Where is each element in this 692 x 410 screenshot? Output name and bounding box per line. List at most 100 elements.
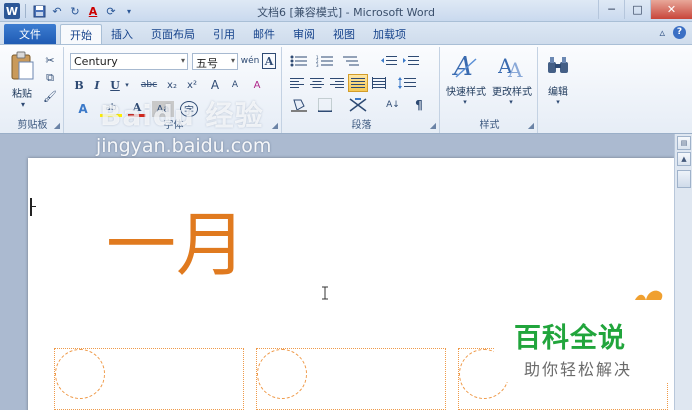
shrink-font-icon[interactable]: A (226, 77, 244, 93)
clear-formatting-icon[interactable]: A (248, 77, 266, 93)
brand-title: 百科全说 (514, 323, 626, 354)
tab-row-right: ▵ ? (659, 26, 686, 39)
subscript-button[interactable]: x₂ (164, 77, 180, 93)
quick-styles-icon[interactable]: A (452, 51, 480, 81)
tab-review[interactable]: 审阅 (284, 24, 324, 44)
phonetic-guide-text: wén (240, 55, 260, 66)
italic-button[interactable]: I (90, 77, 104, 93)
tab-file[interactable]: 文件 (4, 24, 56, 44)
line-spacing-icon[interactable] (396, 75, 418, 91)
underline-button[interactable]: U (108, 77, 122, 93)
calendar-cell-2[interactable] (256, 348, 446, 410)
close-button[interactable]: ✕ (650, 0, 692, 19)
paste-icon[interactable] (8, 51, 36, 81)
title-bar: W ↶ ↻ A ⟳ ▾ 文档6 [兼容模式] - Microsoft Word … (0, 0, 692, 22)
paragraph-group-label: 段落 (351, 120, 372, 131)
grow-font-icon[interactable]: A (206, 77, 224, 93)
tab-mailings[interactable]: 邮件 (244, 24, 284, 44)
font-name-value: Century (74, 55, 118, 68)
change-styles-icon[interactable]: AA (498, 51, 526, 81)
bullets-icon[interactable] (288, 53, 310, 69)
align-center-icon[interactable] (308, 75, 326, 91)
tab-page-layout[interactable]: 页面布局 (142, 24, 204, 44)
tab-home[interactable]: 开始 (60, 24, 102, 44)
paragraph-group: 123 A↓ ¶ 段落 ◢ (284, 47, 440, 133)
format-painter-icon[interactable]: 🖌 (42, 89, 58, 103)
month-heading[interactable]: 一月 (106, 210, 246, 280)
tab-view[interactable]: 视图 (324, 24, 364, 44)
justify-icon[interactable] (348, 74, 368, 92)
svg-text:A: A (507, 58, 523, 81)
editing-label[interactable]: 编辑 (540, 83, 576, 98)
help-icon[interactable]: ? (673, 26, 686, 39)
distributed-icon[interactable] (370, 75, 388, 91)
font-name-dropdown-icon[interactable]: ▾ (181, 56, 185, 65)
editing-group: 编辑 ▾ (540, 47, 576, 133)
align-left-icon[interactable] (288, 75, 306, 91)
phonetic-guide-icon[interactable]: wén (240, 51, 260, 71)
binoculars-icon[interactable] (546, 53, 570, 77)
copy-icon[interactable]: ⧉ (42, 71, 58, 85)
increase-indent-icon[interactable] (402, 53, 420, 69)
shading-icon[interactable] (288, 97, 310, 113)
decrease-indent-icon[interactable] (380, 53, 398, 69)
clipboard-group: 粘贴 ▾ ✂ ⧉ 🖌 剪贴板 ◢ (2, 47, 64, 133)
character-border-icon[interactable]: A (262, 53, 276, 69)
tab-references[interactable]: 引用 (204, 24, 244, 44)
svg-text:3: 3 (316, 63, 319, 67)
ruler-toggle-icon[interactable]: ▤ (677, 136, 691, 150)
tab-insert[interactable]: 插入 (102, 24, 142, 44)
baidu-watermark-url: jingyan.baidu.com (96, 135, 272, 157)
show-formatting-marks-icon[interactable]: ¶ (410, 97, 428, 113)
calendar-cell-circle (55, 349, 105, 399)
ribbon-tab-row: 文件 开始 插入 页面布局 引用 邮件 审阅 视图 加载项 ▵ ? (0, 22, 692, 44)
chinese-layout-icon[interactable] (346, 97, 370, 113)
baidu-watermark-logo: Baidu 经验 (100, 99, 264, 132)
calendar-cell-circle (257, 349, 307, 399)
align-right-icon[interactable] (328, 75, 346, 91)
quick-styles-dropdown-icon[interactable]: ▾ (460, 97, 470, 107)
maximize-button[interactable]: □ (624, 0, 650, 19)
change-styles-label[interactable]: 更改样式 (490, 83, 534, 98)
styles-group-label: 样式 (479, 120, 500, 131)
underline-dropdown-icon[interactable]: ▾ (122, 77, 132, 93)
minimize-button[interactable]: ─ (598, 0, 624, 19)
borders-icon[interactable] (314, 97, 336, 113)
font-size-combo[interactable]: 五号 ▾ (192, 53, 238, 70)
multilevel-list-icon[interactable] (340, 53, 362, 69)
margin-marker (30, 198, 36, 216)
font-launcher-icon[interactable]: ◢ (272, 121, 278, 130)
cut-icon[interactable]: ✂ (42, 53, 58, 67)
clipboard-launcher-icon[interactable]: ◢ (54, 121, 60, 130)
text-cursor-icon (322, 286, 328, 300)
superscript-button[interactable]: x² (184, 77, 200, 93)
change-styles-dropdown-icon[interactable]: ▾ (506, 97, 516, 107)
svg-text:A: A (452, 52, 473, 81)
editing-dropdown-icon[interactable]: ▾ (553, 97, 563, 107)
brand-badge: 百科全说 助你轻松解决 (494, 300, 670, 382)
minimize-ribbon-icon[interactable]: ▵ (659, 26, 665, 39)
styles-launcher-icon[interactable]: ◢ (528, 121, 534, 130)
ribbon-tabs: 开始 插入 页面布局 引用 邮件 审阅 视图 加载项 (60, 24, 415, 44)
vertical-scrollbar[interactable]: ▤ ▲ (674, 134, 692, 410)
numbering-icon[interactable]: 123 (314, 53, 336, 69)
window-controls: ─ □ ✕ (598, 0, 692, 20)
window-title: 文档6 [兼容模式] - Microsoft Word (257, 6, 435, 19)
text-effects-icon[interactable]: A (72, 101, 94, 117)
scrollbar-thumb[interactable] (677, 170, 691, 188)
tab-addins[interactable]: 加载项 (364, 24, 415, 44)
bold-button[interactable]: B (72, 77, 86, 93)
font-size-value: 五号 (196, 57, 218, 70)
calendar-cell-1[interactable] (54, 348, 244, 410)
styles-group: A 快速样式 ▾ AA 更改样式 ▾ 样式 ◢ (442, 47, 538, 133)
paste-dropdown-icon[interactable]: ▾ (18, 99, 28, 109)
font-size-dropdown-icon[interactable]: ▾ (231, 56, 235, 65)
strikethrough-button[interactable]: abc (138, 77, 160, 93)
paragraph-launcher-icon[interactable]: ◢ (430, 121, 436, 130)
paste-label[interactable]: 粘贴 (6, 85, 38, 100)
scroll-up-icon[interactable]: ▲ (677, 152, 691, 166)
brand-subtitle: 助你轻松解决 (524, 360, 633, 379)
quick-styles-label[interactable]: 快速样式 (444, 83, 488, 98)
sort-icon[interactable]: A↓ (382, 97, 404, 113)
font-name-combo[interactable]: Century ▾ (70, 53, 188, 70)
